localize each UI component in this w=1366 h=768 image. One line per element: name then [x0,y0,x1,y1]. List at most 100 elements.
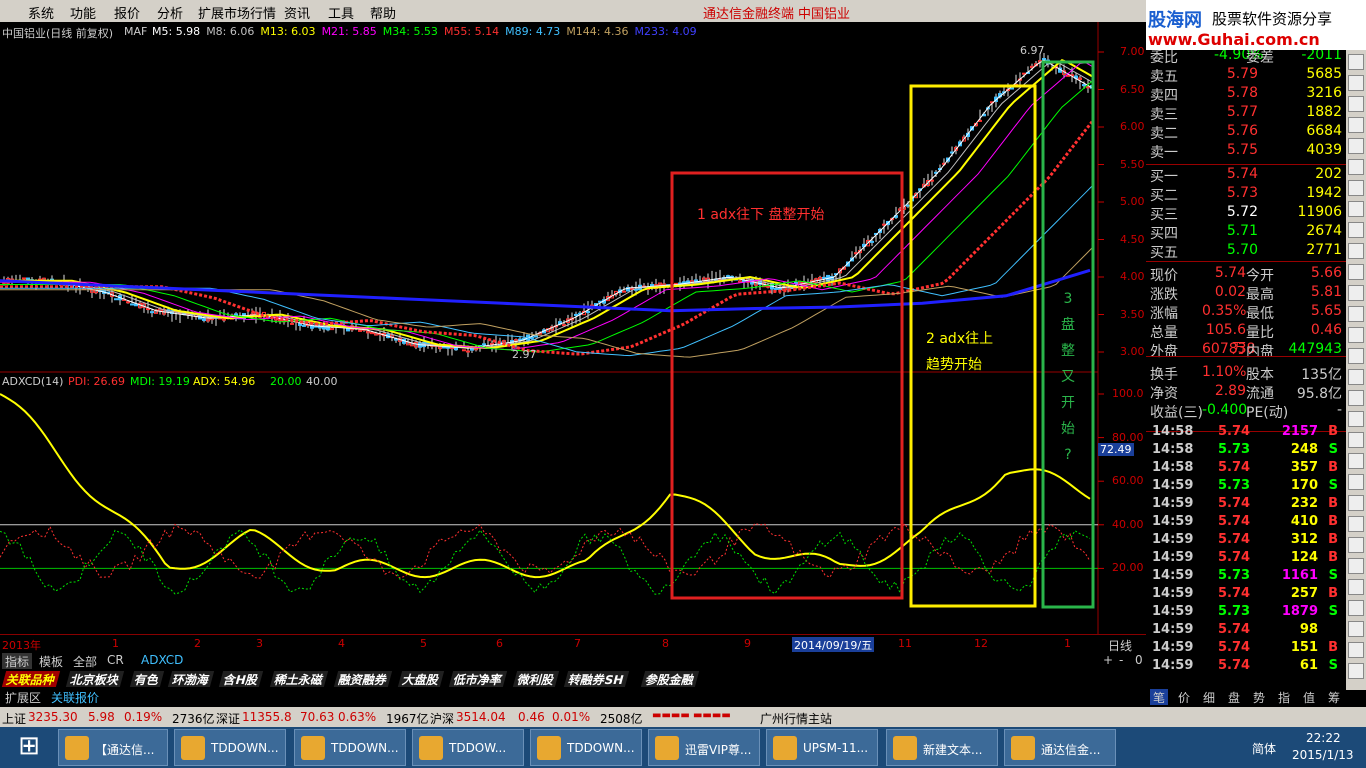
indicator-tab[interactable]: ADXCD [138,653,187,669]
clock-date[interactable]: 2015/1/13 [1292,748,1354,762]
x-axis-label: 2013年 [2,639,41,652]
taskbar-item[interactable]: 通达信金... [1004,729,1116,766]
indicator-tab[interactable]: 指标 [2,653,33,669]
indicator-tab[interactable]: CR [104,653,127,669]
ext-tab[interactable]: 关联报价 [48,689,102,705]
detail-tab[interactable]: 价 [1175,689,1194,705]
taskbar-item[interactable]: UPSM-11... [766,729,878,766]
taskbar-item[interactable]: TDDOW... [412,729,524,766]
toolbar-icon[interactable] [1348,495,1364,511]
toolbar-icon[interactable] [1348,285,1364,301]
taskbar-item[interactable]: 【通达信... [58,729,168,766]
related-tab[interactable]: 含H股 [218,671,264,687]
toolbar-icon[interactable] [1348,369,1364,385]
toolbar-icon[interactable] [1348,600,1364,616]
detail-tab[interactable]: 笔 [1150,689,1169,705]
toolbar-icon[interactable] [1348,642,1364,658]
menu-ext-market[interactable]: 扩展市场行情 [198,3,276,22]
toolbar-icon[interactable] [1348,264,1364,280]
sh-amount: 2736亿 [172,712,215,726]
related-tab[interactable]: 转融券SH [563,671,629,687]
ma-legend-item: M8: 6.06 [206,25,255,38]
adx-tick: 60.00 [1112,474,1144,488]
toolbar-icon[interactable] [1348,96,1364,112]
quote-row: 涨跌 0.02 最高 5.81 [1146,284,1346,303]
related-tab[interactable]: 北京板块 [65,671,125,687]
ext-tab[interactable]: 扩展区 [2,689,44,705]
annotation-3-char: ? [1064,447,1072,463]
toolbar-icon[interactable] [1348,579,1364,595]
taskbar-item[interactable]: TDDOWN... [174,729,286,766]
zoom-in-icon[interactable]: + [1100,653,1116,669]
toolbar-icon[interactable] [1348,453,1364,469]
clock-time[interactable]: 22:22 [1306,731,1341,745]
candle-body [222,318,226,321]
related-tab[interactable]: 微利股 [512,671,560,687]
toolbar-icon[interactable] [1348,390,1364,406]
candle-body [1022,72,1026,75]
toolbar-icon[interactable] [1348,54,1364,70]
related-tab[interactable]: 稀土永磁 [269,671,329,687]
candle-body [822,276,826,279]
related-tab[interactable]: 大盘股 [397,671,445,687]
annotation-2b: 趋势开始 [926,357,982,373]
menu-quote[interactable]: 报价 [114,3,140,22]
toolbar-icon[interactable] [1348,537,1364,553]
zoom-reset-icon[interactable]: 0 [1132,653,1146,669]
toolbar-icon[interactable] [1348,411,1364,427]
toolbar-icon[interactable] [1348,474,1364,490]
detail-tab[interactable]: 指 [1275,689,1294,705]
toolbar-icon[interactable] [1348,222,1364,238]
toolbar-icon[interactable] [1348,432,1364,448]
tick-side: B [1328,514,1338,529]
toolbar-icon[interactable] [1348,621,1364,637]
menu-help[interactable]: 帮助 [370,3,396,22]
menu-tools[interactable]: 工具 [328,3,354,22]
taskbar-item[interactable]: TDDOWN... [294,729,406,766]
zoom-out-icon[interactable]: - [1116,653,1126,669]
indicator-tab[interactable]: 全部 [70,653,101,669]
related-tab[interactable]: 有色 [129,671,165,687]
toolbar-icon[interactable] [1348,663,1364,679]
related-tab[interactable]: 低市净率 [448,671,508,687]
toolbar-icon[interactable] [1348,243,1364,259]
ime-label[interactable]: 简体 [1252,740,1276,757]
price-tick: 3.00 [1120,345,1145,358]
toolbar-icon[interactable] [1348,201,1364,217]
related-tab[interactable]: 环渤海 [167,671,215,687]
toolbar-icon[interactable] [1348,348,1364,364]
menu-info[interactable]: 资讯 [284,3,310,22]
menu-function[interactable]: 功能 [70,3,96,22]
quote-label: 外盘 [1150,344,1178,360]
detail-tab[interactable]: 细 [1200,689,1219,705]
toolbar-icon[interactable] [1348,180,1364,196]
chart-area[interactable]: 中国铝业(日线 前复权) MAF M5: 5.98 M8: 6.06 M13: 6.… [0,22,1146,656]
taskbar-item[interactable]: 迅雷VIP尊... [648,729,760,766]
related-tab[interactable]: 融资融券 [333,671,393,687]
start-icon[interactable]: ⊞ [6,731,52,764]
toolbar-icon[interactable] [1348,159,1364,175]
related-tab[interactable]: 关联品种 [1,671,61,687]
menu-analysis[interactable]: 分析 [157,3,183,22]
toolbar-icon[interactable] [1348,306,1364,322]
tick-price: 5.74 [1218,550,1251,565]
detail-tab[interactable]: 值 [1300,689,1319,705]
toolbar-icon[interactable] [1348,138,1364,154]
indicator-tab[interactable]: 模板 [36,653,67,669]
toolbar-icon[interactable] [1348,558,1364,574]
taskbar-item[interactable]: 新建文本... [886,729,998,766]
toolbar-icon[interactable] [1348,516,1364,532]
toolbar-icon[interactable] [1348,75,1364,91]
detail-tab[interactable]: 筹 [1325,689,1344,705]
toolbar-icon[interactable] [1348,117,1364,133]
detail-tab[interactable]: 势 [1250,689,1269,705]
tick-volume: 1161 [1281,568,1318,583]
related-tab[interactable]: 参股金融 [640,671,700,687]
adx-line [0,393,1091,579]
taskbar-item[interactable]: TDDOWN... [530,729,642,766]
quote-label: 现价 [1150,268,1178,284]
quote-value: 5.72 [1226,204,1258,220]
detail-tab[interactable]: 盘 [1225,689,1244,705]
toolbar-icon[interactable] [1348,327,1364,343]
menu-system[interactable]: 系统 [28,3,54,22]
